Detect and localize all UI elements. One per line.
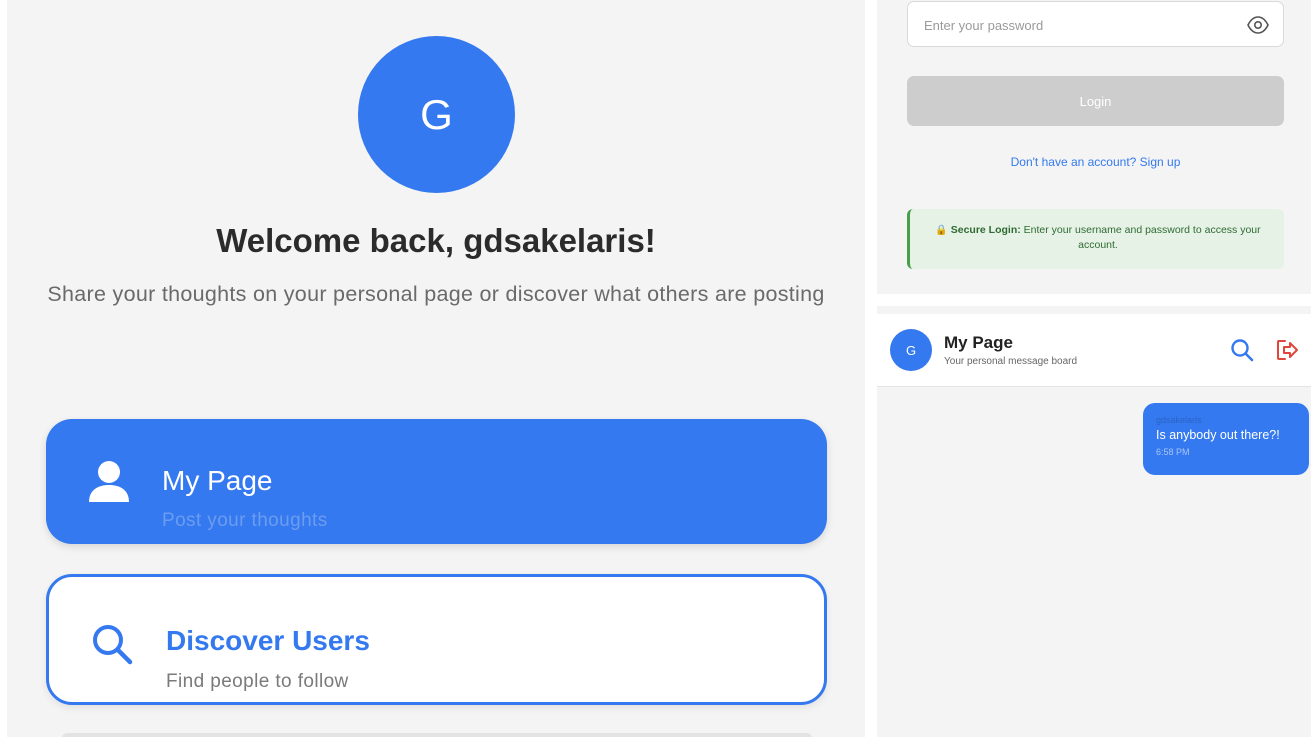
login-button[interactable]: Login <box>907 76 1284 126</box>
signup-link[interactable]: Don't have an account? Sign up <box>907 155 1284 169</box>
message-bubble[interactable]: gdsakelaris Is anybody out there?! 6:58 … <box>1143 403 1309 475</box>
message-text: Is anybody out there?! <box>1156 428 1280 442</box>
message-timestamp: 6:58 PM <box>1156 447 1190 457</box>
my-page-screen: G My Page Your personal message board gd… <box>877 306 1311 737</box>
password-field[interactable] <box>907 1 1284 47</box>
my-page-header: G My Page Your personal message board <box>877 314 1311 387</box>
search-icon[interactable] <box>1230 338 1254 362</box>
secure-note-label: Secure Login: <box>950 224 1021 236</box>
screenshot-canvas: G Welcome back, gdsakelaris! Share your … <box>0 0 1311 737</box>
next-card-edge <box>62 733 812 737</box>
profile-avatar: G <box>358 36 515 193</box>
discover-users-card[interactable]: Discover Users Find people to follow <box>46 574 827 705</box>
password-input[interactable] <box>922 14 1226 36</box>
discover-users-card-description: Find people to follow <box>166 671 349 692</box>
page-title: My Page <box>944 333 1013 352</box>
welcome-title: Welcome back, gdsakelaris! <box>216 222 656 259</box>
my-page-card[interactable]: My Page Post your thoughts <box>46 419 827 544</box>
login-screen: Login Don't have an account? Sign up 🔒 S… <box>877 0 1311 294</box>
secure-login-note: 🔒 Secure Login: Enter your username and … <box>907 209 1284 269</box>
secure-note-text: Enter your username and password to acce… <box>1023 224 1261 251</box>
logout-icon[interactable] <box>1275 338 1299 362</box>
page-subtitle: Your personal message board <box>944 356 1078 367</box>
header-avatar[interactable]: G <box>890 329 932 371</box>
home-screen: G Welcome back, gdsakelaris! Share your … <box>7 0 865 737</box>
header-avatar-initial: G <box>905 342 917 358</box>
discover-users-card-title: Discover Users <box>166 625 370 656</box>
search-icon <box>89 621 135 667</box>
welcome-subtitle: Share your thoughts on your personal pag… <box>47 282 825 306</box>
my-page-card-title: My Page <box>162 465 273 496</box>
eye-icon[interactable] <box>1247 15 1269 35</box>
message-author: gdsakelaris <box>1156 415 1202 425</box>
avatar-initial: G <box>420 90 453 138</box>
lock-icon: 🔒 <box>935 225 948 236</box>
user-icon <box>86 459 132 505</box>
my-page-card-description: Post your thoughts <box>162 510 328 531</box>
